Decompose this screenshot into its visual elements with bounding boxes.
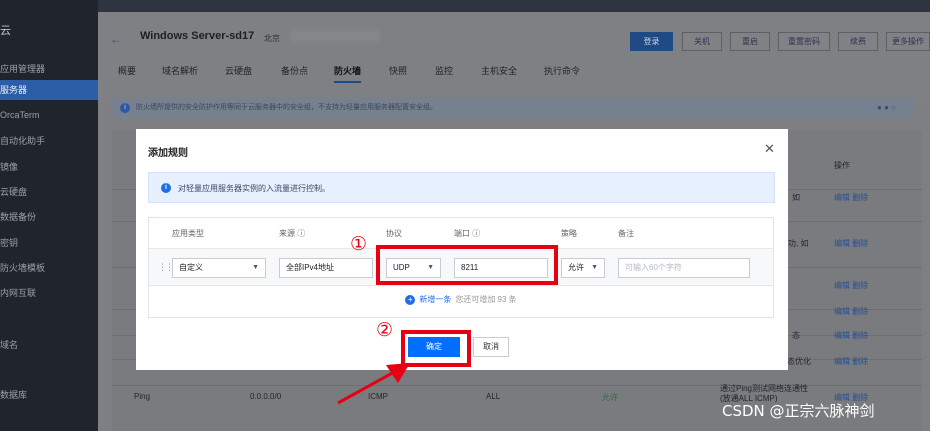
- dialog-info-text: 对轻量应用服务器实例的入流量进行控制。: [178, 184, 330, 193]
- row-note: 态: [792, 331, 800, 340]
- col-port: 端口 ⓘ: [454, 229, 481, 238]
- shutdown-button[interactable]: 关机: [682, 32, 722, 51]
- sidebar-item-keys[interactable]: 密钥: [0, 236, 18, 249]
- tab-overview[interactable]: 概要: [118, 64, 136, 77]
- sidebar-item-images[interactable]: 镜像: [0, 160, 18, 173]
- plus-icon[interactable]: +: [405, 294, 416, 305]
- server-title: Windows Server-sd17: [140, 30, 255, 42]
- sidebar-brand: 云: [0, 25, 11, 37]
- annotation-marker-1: ①: [350, 233, 368, 255]
- sidebar-item-intranet[interactable]: 内网互联: [0, 286, 36, 299]
- annotation-marker-2: ②: [376, 319, 394, 341]
- sidebar: 云 应用管理器 服务器 OrcaTerm 自动化助手 镜像 云硬盘 数据备份 密…: [0, 0, 98, 431]
- tab-snapshots[interactable]: 快照: [389, 64, 407, 77]
- sidebar-item-servers[interactable]: 服务器: [0, 80, 98, 100]
- help-icon[interactable]: ⓘ: [472, 229, 480, 238]
- row-ops[interactable]: 编辑 删除: [834, 306, 868, 317]
- row-source: 0.0.0.0/0: [250, 392, 282, 401]
- source-input[interactable]: 全部IPv4地址: [279, 258, 373, 278]
- row-note: 态优化: [787, 357, 811, 366]
- tab-monitoring[interactable]: 监控: [435, 64, 453, 77]
- firewall-banner: i 防火墙所提供的安全防护作用等同于云服务器中的安全组，不支持为轻量应用服务器配…: [112, 98, 914, 118]
- sidebar-item-app-manager[interactable]: 应用管理器: [0, 62, 45, 75]
- dialog-info-banner: i 对轻量应用服务器实例的入流量进行控制。: [148, 172, 775, 203]
- arrow-left-icon[interactable]: ←: [110, 32, 122, 46]
- server-region: 北京: [264, 34, 280, 43]
- restart-button[interactable]: 重启: [730, 32, 770, 51]
- col-note: 备注: [618, 229, 634, 238]
- col-source: 来源 ⓘ: [279, 229, 306, 238]
- table-header-ops: 操作: [834, 161, 850, 170]
- console-header: ← Windows Server-sd17 北京 登录 关机 重启 重置密码 续…: [98, 12, 930, 102]
- col-protocol: 协议: [386, 229, 402, 238]
- tab-run-command[interactable]: 执行命令: [544, 64, 580, 77]
- policy-select[interactable]: 允许 ▼: [561, 258, 605, 278]
- caret-down-icon: ▼: [252, 264, 259, 271]
- annotation-arrow-icon: [337, 363, 410, 405]
- row-ops[interactable]: 编辑 删除: [834, 280, 868, 291]
- tab-dns[interactable]: 域名解析: [162, 64, 198, 77]
- app-type-select[interactable]: 自定义 ▼: [172, 258, 266, 278]
- row-policy: 允许: [602, 393, 618, 402]
- row-ops[interactable]: 编辑 删除: [834, 238, 868, 249]
- sidebar-item-backup[interactable]: 数据备份: [0, 210, 36, 223]
- watermark: CSDN @正宗六脉神剑: [722, 402, 875, 420]
- help-icon[interactable]: ⓘ: [297, 229, 305, 238]
- banner-text: 防火墙所提供的安全防护作用等同于云服务器中的安全组，不支持为轻量应用服务器配置安…: [136, 104, 437, 111]
- add-rule-row: + 新增一条 您还可增加 93 条: [149, 294, 773, 305]
- close-icon[interactable]: ✕: [764, 141, 775, 157]
- server-id-redacted: [290, 31, 380, 41]
- add-rule-hint: 您还可增加 93 条: [455, 295, 517, 304]
- info-icon: i: [161, 183, 171, 193]
- row-note: 功, 如: [788, 239, 809, 248]
- row-port: ALL: [486, 392, 501, 401]
- tab-host-security[interactable]: 主机安全: [481, 64, 517, 77]
- drag-handle-icon[interactable]: ⋮⋮: [158, 262, 174, 273]
- cancel-button[interactable]: 取消: [473, 337, 509, 357]
- more-actions-button[interactable]: 更多操作: [886, 32, 930, 51]
- caret-down-icon: ▼: [591, 264, 598, 271]
- sidebar-item-database[interactable]: 数据库: [0, 388, 27, 401]
- sidebar-item-automation[interactable]: 自动化助手: [0, 134, 45, 147]
- col-policy: 策略: [561, 229, 577, 238]
- login-button[interactable]: 登录: [630, 32, 673, 51]
- dialog-title: 添加规则: [148, 148, 188, 159]
- row-note: 如: [792, 193, 800, 202]
- sidebar-item-firewall-templates[interactable]: 防火墙模板: [0, 261, 45, 274]
- row-ops[interactable]: 编辑 删除: [834, 356, 868, 367]
- row-ops[interactable]: 编辑 删除: [834, 330, 868, 341]
- sidebar-item-orcaterm[interactable]: OrcaTerm: [0, 110, 40, 120]
- carousel-dots-icon[interactable]: ● ● ○: [877, 98, 896, 118]
- info-icon: i: [120, 103, 130, 113]
- tab-disks[interactable]: 云硬盘: [225, 64, 252, 77]
- sidebar-item-domains[interactable]: 域名: [0, 338, 18, 351]
- tab-bar: 概要 域名解析 云硬盘 备份点 防火墙 快照 监控 主机安全 执行命令: [98, 62, 930, 83]
- sidebar-item-disks[interactable]: 云硬盘: [0, 185, 27, 198]
- row-app: Ping: [134, 392, 151, 401]
- note-input[interactable]: 可输入60个字符: [618, 258, 750, 278]
- col-app-type: 应用类型: [172, 229, 204, 238]
- reset-password-button[interactable]: 重置密码: [778, 32, 830, 51]
- row-ops[interactable]: 编辑 删除: [834, 192, 868, 203]
- tab-backups[interactable]: 备份点: [281, 64, 308, 77]
- renew-button[interactable]: 续费: [838, 32, 878, 51]
- add-rule-link[interactable]: 新增一条: [419, 295, 451, 304]
- annotation-highlight-protocol-port: [376, 245, 558, 285]
- tab-firewall[interactable]: 防火墙: [334, 64, 362, 83]
